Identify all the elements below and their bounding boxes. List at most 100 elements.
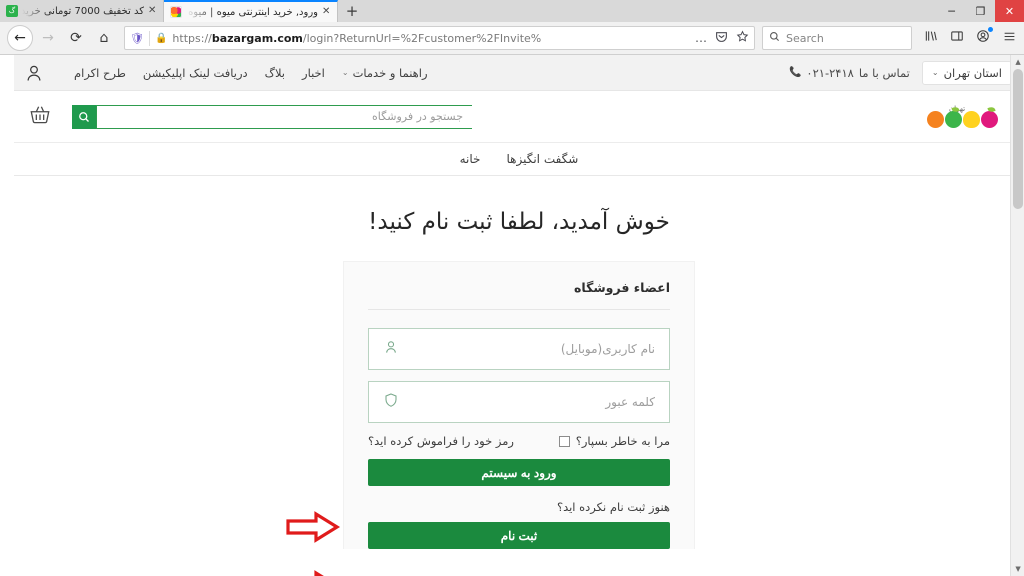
shield-icon [383, 392, 399, 412]
browser-toolbar-icons [924, 27, 1017, 47]
new-tab-button[interactable]: + [338, 0, 366, 22]
topnav-item-app-link[interactable]: دریافت لینک اپلیکیشن [143, 66, 248, 80]
checkbox-box[interactable] [558, 435, 570, 447]
tab-title: ورود, خرید اینترنتی میوه | میوه فر [186, 6, 318, 18]
library-icon[interactable] [924, 29, 938, 47]
username-field[interactable]: نام کاربری(موبایل) [368, 328, 670, 370]
search-icon [769, 31, 780, 45]
forgot-password-link[interactable]: رمز خود را فراموش کرده اید؟ [368, 434, 514, 448]
username-placeholder: نام کاربری(موبایل) [560, 342, 655, 356]
chevron-down-icon: ⌄ [341, 68, 349, 77]
browser-search-bar[interactable]: Search [762, 26, 912, 50]
minimize-button[interactable]: ─ [937, 0, 966, 22]
login-card-title: اعضاء فروشگاه [574, 280, 670, 295]
topnav-item-news[interactable]: اخبار [302, 66, 325, 80]
sidebar-icon[interactable] [950, 29, 964, 47]
topnav-item-ekram-plan[interactable]: طرح اکرام [74, 66, 126, 80]
login-button[interactable]: ورود به سیستم [368, 459, 670, 486]
browser-navbar: ← → ⟳ ⌂ 🛡 🔒 https://bazargam.com/login?R… [0, 22, 1024, 55]
province-label: استان تهران [943, 65, 1002, 80]
search-placeholder: جستجو در فروشگاه [372, 110, 463, 123]
browser-tab-2[interactable]: ورود, خرید اینترنتی میوه | میوه فر ✕ [164, 0, 338, 22]
remember-me-checkbox[interactable]: مرا به خاطر بسپار؟ [558, 434, 670, 448]
fruit-green-icon [944, 106, 962, 128]
topnav-item-label: راهنما و خدمات [352, 65, 428, 80]
site-midbar: تهران جستجو در فروشگاه [14, 91, 1024, 143]
tab-close-icon[interactable]: ✕ [322, 7, 332, 17]
back-button[interactable]: ← [7, 25, 33, 51]
page-title: خوش آمدید، لطفا ثبت نام کنید! [368, 209, 670, 235]
login-options-row: مرا به خاطر بسپار؟ رمز خود را فراموش کرد… [368, 434, 670, 448]
contact-info[interactable]: تماس با ما ۰۲۱-۲۴۱۸ 📞 [789, 66, 910, 80]
site-search[interactable]: جستجو در فروشگاه [72, 104, 472, 129]
site-category-nav: شگفت انگیزها خانه [14, 143, 1024, 176]
topnav-item-label: بلاگ [264, 65, 286, 80]
page-viewport: استان تهران ⌄ تماس با ما ۰۲۱-۲۴۱۸ 📞 راهن… [0, 55, 1024, 576]
scrollbar-thumb[interactable] [1013, 69, 1023, 209]
menu-icon[interactable] [1002, 30, 1017, 47]
arrow-to-login-button [284, 510, 342, 544]
shield-icon[interactable]: 🛡 [130, 32, 144, 45]
browser-search-placeholder: Search [786, 31, 824, 45]
discount-code-icon: گ [6, 5, 18, 17]
search-button[interactable] [72, 104, 96, 129]
star-icon[interactable] [736, 30, 749, 46]
fruit-yellow-icon [962, 111, 980, 128]
fruit-pink-icon [980, 106, 998, 128]
page-scrollbar[interactable]: ▲ ▼ [1010, 55, 1024, 576]
site-logo[interactable]: تهران [914, 105, 1010, 128]
browser-window: گ کد تخفیف 7000 تومانی خرید میوه ✕ ورود,… [0, 0, 1024, 576]
user-icon [383, 339, 399, 359]
home-button[interactable]: ⌂ [91, 25, 117, 51]
remember-me-label: مرا به خاطر بسپار؟ [575, 434, 670, 448]
phone-icon: 📞 [788, 67, 802, 78]
bazargam-fruit-icon [170, 6, 182, 18]
password-placeholder: کلمه عبور [605, 395, 655, 409]
login-card: اعضاء فروشگاه نام کاربری(موبایل) کلمه عب… [343, 261, 695, 549]
password-field[interactable]: کلمه عبور [368, 381, 670, 423]
catnav-item-home[interactable]: خانه [460, 152, 481, 166]
catnav-item-amazing[interactable]: شگفت انگیزها [506, 152, 578, 166]
shopping-basket-icon[interactable] [28, 104, 52, 130]
window-controls: ─ ❐ ✕ [937, 0, 1024, 22]
search-input[interactable]: جستجو در فروشگاه [96, 104, 472, 129]
topnav-links: راهنما و خدمات ⌄ اخبار بلاگ دریافت لینک … [74, 66, 428, 80]
topnav-item-blog[interactable]: بلاگ [265, 66, 285, 80]
fruit-orange-icon [926, 111, 944, 128]
url-divider [148, 30, 150, 46]
topnav-item-label: دریافت لینک اپلیکیشن [142, 65, 248, 80]
divider [368, 309, 670, 310]
logo-fruits [926, 106, 998, 128]
contact-label: تماس با ما [858, 65, 910, 80]
account-icon[interactable] [976, 27, 993, 47]
forward-button[interactable]: → [35, 25, 61, 51]
scroll-up-icon[interactable]: ▲ [1011, 55, 1024, 69]
url-path: /login?ReturnUrl=%2Fcustomer%2FInvite% [302, 31, 542, 45]
url-text: https://bazargam.com/login?ReturnUrl=%2F… [172, 32, 690, 45]
arrow-to-signup-button [284, 569, 342, 576]
browser-tab-1[interactable]: گ کد تخفیف 7000 تومانی خرید میوه ✕ [0, 0, 164, 22]
topnav-item-help-services[interactable]: راهنما و خدمات ⌄ [342, 66, 428, 80]
topnav-item-label: طرح اکرام [74, 65, 126, 80]
reload-button[interactable]: ⟳ [63, 25, 89, 51]
site-topnav: استان تهران ⌄ تماس با ما ۰۲۱-۲۴۱۸ 📞 راهن… [14, 55, 1024, 91]
tab-strip: گ کد تخفیف 7000 تومانی خرید میوه ✕ ورود,… [0, 0, 937, 22]
close-window-button[interactable]: ✕ [995, 0, 1024, 22]
maximize-button[interactable]: ❐ [966, 0, 995, 22]
browser-titlebar: گ کد تخفیف 7000 تومانی خرید میوه ✕ ورود,… [0, 0, 1024, 22]
tab-close-icon[interactable]: ✕ [148, 6, 158, 16]
page-actions-icon[interactable]: … [695, 31, 707, 45]
signup-question: هنوز ثبت نام نکرده اید؟ [556, 500, 670, 514]
contact-phone: ۰۲۱-۲۴۱۸ [806, 65, 854, 80]
user-account-icon[interactable] [24, 63, 44, 83]
padlock-icon[interactable]: 🔒 [155, 33, 167, 44]
pocket-icon[interactable] [715, 30, 728, 46]
province-selector[interactable]: استان تهران ⌄ [921, 60, 1012, 85]
signup-button[interactable]: ثبت نام [368, 522, 670, 549]
url-bar[interactable]: 🛡 🔒 https://bazargam.com/login?ReturnUrl… [124, 26, 755, 50]
scroll-down-icon[interactable]: ▼ [1011, 562, 1024, 576]
tab-title: کد تخفیف 7000 تومانی خرید میوه [22, 5, 144, 17]
chevron-down-icon: ⌄ [931, 68, 939, 77]
topnav-item-label: اخبار [302, 65, 325, 80]
url-action-icons: … [695, 30, 749, 46]
